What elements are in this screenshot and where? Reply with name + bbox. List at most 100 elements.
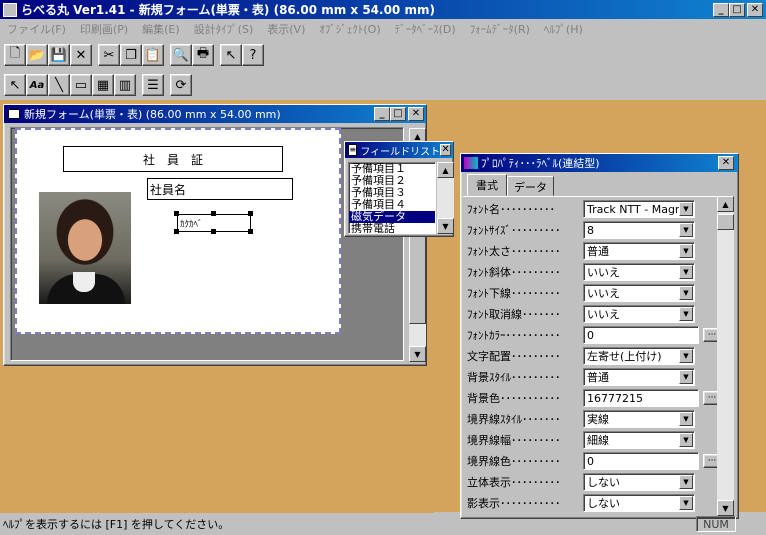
property-dropdown[interactable]: Track NTT - Magr ▼ bbox=[583, 200, 695, 218]
dropdown-arrow-icon[interactable]: ▼ bbox=[679, 412, 693, 426]
menu-item-1[interactable]: 印刷画(P) bbox=[73, 21, 135, 37]
menu-item-5[interactable]: ｵﾌﾞｼﾞｪｸﾄ(O) bbox=[312, 21, 387, 37]
menu-item-6[interactable]: ﾃﾞｰﾀﾍﾞｰｽ(D) bbox=[388, 21, 463, 37]
property-input[interactable]: 0 bbox=[583, 452, 699, 470]
property-input[interactable]: 16777215 bbox=[583, 389, 699, 407]
paste-icon[interactable]: 📋 bbox=[142, 44, 164, 66]
property-dropdown[interactable]: 普通 ▼ bbox=[583, 242, 695, 260]
list-icon: ≡ bbox=[348, 144, 358, 156]
selection-handle[interactable] bbox=[248, 211, 253, 216]
refresh-icon[interactable]: ⟳ bbox=[170, 74, 192, 96]
dropdown-arrow-icon[interactable]: ▼ bbox=[679, 475, 693, 489]
minimize-button[interactable]: _ bbox=[713, 2, 729, 17]
dropdown-arrow-icon[interactable]: ▼ bbox=[679, 307, 693, 321]
property-dropdown[interactable]: 実線 ▼ bbox=[583, 410, 695, 428]
employee-name-field[interactable]: 社員名 bbox=[147, 178, 293, 200]
dropdown-arrow-icon[interactable]: ▼ bbox=[679, 202, 693, 216]
dropdown-arrow-icon[interactable]: ▼ bbox=[679, 370, 693, 384]
field-list-window[interactable]: ≡ フィールドリスト ✕ 予備項目１ 予備項目２ 予備項目３ 予備項目４ 磁気データ 携帯… bbox=[344, 141, 454, 237]
scroll-down-button[interactable]: ▼ bbox=[409, 346, 426, 362]
selection-handle[interactable] bbox=[211, 229, 216, 234]
tab-data[interactable]: データ bbox=[507, 176, 554, 196]
property-dropdown[interactable]: いいえ ▼ bbox=[583, 284, 695, 302]
cut-icon[interactable]: ✂ bbox=[98, 44, 120, 66]
dropdown-arrow-icon[interactable]: ▼ bbox=[679, 349, 693, 363]
properties-scrollbar[interactable]: ▲ ▼ bbox=[717, 196, 734, 516]
label-form[interactable]: 社 員 証 社員名 ｶｸｶﾍﾞ bbox=[15, 128, 341, 334]
property-value: Track NTT - Magr bbox=[587, 202, 680, 216]
selection-handle[interactable] bbox=[211, 211, 216, 216]
close-button[interactable]: ✕ bbox=[747, 2, 763, 17]
field-list-title-bar[interactable]: ≡ フィールドリスト ✕ bbox=[345, 142, 453, 158]
properties-title-bar[interactable]: ﾌﾟﾛﾊﾟﾃｨ･･･ﾗﾍﾞﾙ(連結型) ✕ bbox=[461, 154, 738, 172]
menu-item-8[interactable]: ﾍﾙﾌﾟ(H) bbox=[537, 21, 590, 37]
selection-handle[interactable] bbox=[174, 229, 179, 234]
dropdown-arrow-icon[interactable]: ▼ bbox=[679, 244, 693, 258]
properties-close-button[interactable]: ✕ bbox=[718, 156, 734, 170]
properties-scroll-thumb[interactable] bbox=[717, 214, 734, 230]
property-label: ﾌｫﾝﾄ下線･････････ bbox=[467, 287, 561, 300]
list-tool-icon[interactable]: ☰ bbox=[142, 74, 164, 96]
properties-window[interactable]: ﾌﾟﾛﾊﾟﾃｨ･･･ﾗﾍﾞﾙ(連結型) ✕ 書式 データ ﾌｫﾝﾄ名･･････… bbox=[460, 153, 739, 519]
field-list-scroll-up[interactable]: ▲ bbox=[437, 162, 454, 178]
ellipsis-button[interactable]: ··· bbox=[703, 391, 717, 405]
field-list-scroll-down[interactable]: ▼ bbox=[437, 218, 454, 234]
property-dropdown[interactable]: 左寄せ(上付け) ▼ bbox=[583, 347, 695, 365]
app-title-bar[interactable]: らべる丸 Ver1.41 - 新規フォーム(単票・表) (86.00 mm x … bbox=[0, 0, 766, 19]
property-dropdown[interactable]: しない ▼ bbox=[583, 473, 695, 491]
new-icon[interactable]: 🗋 bbox=[4, 44, 26, 66]
selection-handle[interactable] bbox=[174, 211, 179, 216]
help-icon[interactable]: ? bbox=[242, 44, 264, 66]
form-minimize-button[interactable]: _ bbox=[374, 107, 390, 121]
field-list-item[interactable]: 携帯電話 bbox=[349, 223, 435, 234]
line-tool-icon[interactable]: ╲ bbox=[48, 74, 70, 96]
selection-handle[interactable] bbox=[248, 229, 253, 234]
menu-item-3[interactable]: 設計ﾀｲﾌﾟ(S) bbox=[187, 21, 261, 37]
property-dropdown[interactable]: いいえ ▼ bbox=[583, 305, 695, 323]
properties-scroll-up[interactable]: ▲ bbox=[717, 196, 734, 212]
field-list-close-button[interactable]: ✕ bbox=[440, 144, 451, 156]
property-value: 左寄せ(上付け) bbox=[587, 350, 662, 363]
pointer-help-icon[interactable]: ↖ bbox=[220, 44, 242, 66]
dropdown-arrow-icon[interactable]: ▼ bbox=[679, 433, 693, 447]
open-folder-icon[interactable]: 📂 bbox=[26, 44, 48, 66]
dropdown-arrow-icon[interactable]: ▼ bbox=[679, 286, 693, 300]
print-preview-icon[interactable]: 🔍 bbox=[170, 44, 192, 66]
property-dropdown[interactable]: いいえ ▼ bbox=[583, 263, 695, 281]
select-tool-icon[interactable]: ↖ bbox=[4, 74, 26, 96]
property-label: 境界線色･････････ bbox=[467, 455, 561, 468]
employee-photo[interactable] bbox=[39, 192, 131, 304]
dropdown-arrow-icon[interactable]: ▼ bbox=[679, 265, 693, 279]
tab-format[interactable]: 書式 bbox=[467, 174, 507, 196]
property-dropdown[interactable]: 細線 ▼ bbox=[583, 431, 695, 449]
property-input[interactable]: 0 bbox=[583, 326, 699, 344]
menu-item-2[interactable]: 編集(E) bbox=[135, 21, 187, 37]
form-close-button[interactable]: ✕ bbox=[408, 107, 424, 121]
print-icon[interactable]: 🖶 bbox=[192, 44, 214, 66]
property-row: 立体表示･････････ しない ▼ bbox=[467, 472, 717, 492]
dropdown-arrow-icon[interactable]: ▼ bbox=[679, 496, 693, 510]
status-bar: ﾍﾙﾌﾟを表示するには [F1] を押してください。 NUM bbox=[0, 513, 766, 535]
field-list[interactable]: 予備項目１ 予備項目２ 予備項目３ 予備項目４ 磁気データ 携帯電話 bbox=[348, 162, 436, 234]
delete-icon[interactable]: ✕ bbox=[70, 44, 92, 66]
maximize-button[interactable]: □ bbox=[729, 2, 745, 17]
ellipsis-button[interactable]: ··· bbox=[703, 328, 717, 342]
property-dropdown[interactable]: 普通 ▼ bbox=[583, 368, 695, 386]
property-dropdown[interactable]: 8 ▼ bbox=[583, 221, 695, 239]
text-tool-icon[interactable]: Aa bbox=[26, 74, 48, 96]
form-window-title-bar[interactable]: 新規フォーム(単票・表) (86.00 mm x 54.00 mm) _ □ ✕ bbox=[4, 105, 426, 123]
rectangle-tool-icon[interactable]: ▭ bbox=[70, 74, 92, 96]
menu-item-0[interactable]: ファイル(F) bbox=[0, 21, 73, 37]
save-icon[interactable]: 💾 bbox=[48, 44, 70, 66]
field-list-scrollbar[interactable]: ▲ ▼ bbox=[437, 162, 454, 234]
property-dropdown[interactable]: しない ▼ bbox=[583, 494, 695, 512]
header-label[interactable]: 社 員 証 bbox=[63, 146, 283, 172]
dropdown-arrow-icon[interactable]: ▼ bbox=[679, 223, 693, 237]
copy-icon[interactable]: ❐ bbox=[120, 44, 142, 66]
barcode-tool-icon[interactable]: ▥ bbox=[114, 74, 136, 96]
form-maximize-button[interactable]: □ bbox=[390, 107, 406, 121]
image-tool-icon[interactable]: ▦ bbox=[92, 74, 114, 96]
menu-item-4[interactable]: 表示(V) bbox=[260, 21, 312, 37]
menu-item-7[interactable]: ﾌｫｰﾑﾃﾞｰﾀ(R) bbox=[463, 21, 537, 37]
ellipsis-button[interactable]: ··· bbox=[703, 454, 717, 468]
